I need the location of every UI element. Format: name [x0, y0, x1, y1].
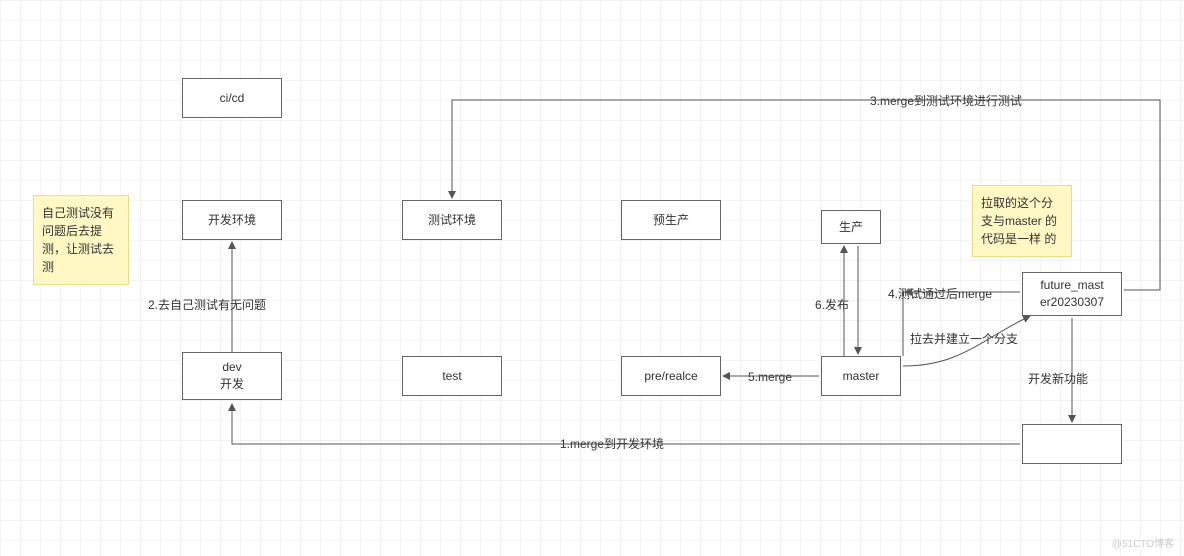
- box-dev-branch: dev 开发: [182, 352, 282, 400]
- label-step1: 1.merge到开发环境: [560, 435, 664, 452]
- box-new-feature: [1022, 424, 1122, 464]
- box-prod-env: 生产: [821, 210, 881, 244]
- label-step2: 2.去自己测试有无问题: [148, 296, 266, 313]
- box-future-branch: future_mast er20230307: [1022, 272, 1122, 316]
- label-pull-branch: 拉去并建立一个分支: [910, 330, 1018, 347]
- label-step3: 3.merge到测试环境进行测试: [870, 92, 1022, 109]
- note-right: 拉取的这个分 支与master 的代码是一样 的: [972, 185, 1072, 257]
- box-cicd: ci/cd: [182, 78, 282, 118]
- watermark: @51CTO博客: [1112, 535, 1174, 550]
- box-test-branch: test: [402, 356, 502, 396]
- label-step6: 6.发布: [815, 296, 849, 313]
- box-dev-env: 开发环境: [182, 200, 282, 240]
- label-step4: 4.测试通过后merge: [888, 285, 992, 302]
- box-test-env: 测试环境: [402, 200, 502, 240]
- label-step5: 5.merge: [748, 370, 792, 384]
- note-left: 自己测试没有 问题后去提 测，让测试去 测: [33, 195, 129, 285]
- label-dev-new: 开发新功能: [1028, 370, 1088, 387]
- box-master-branch: master: [821, 356, 901, 396]
- box-pre-env: 预生产: [621, 200, 721, 240]
- diagram-edges: [0, 0, 1184, 556]
- box-pre-branch: pre/realce: [621, 356, 721, 396]
